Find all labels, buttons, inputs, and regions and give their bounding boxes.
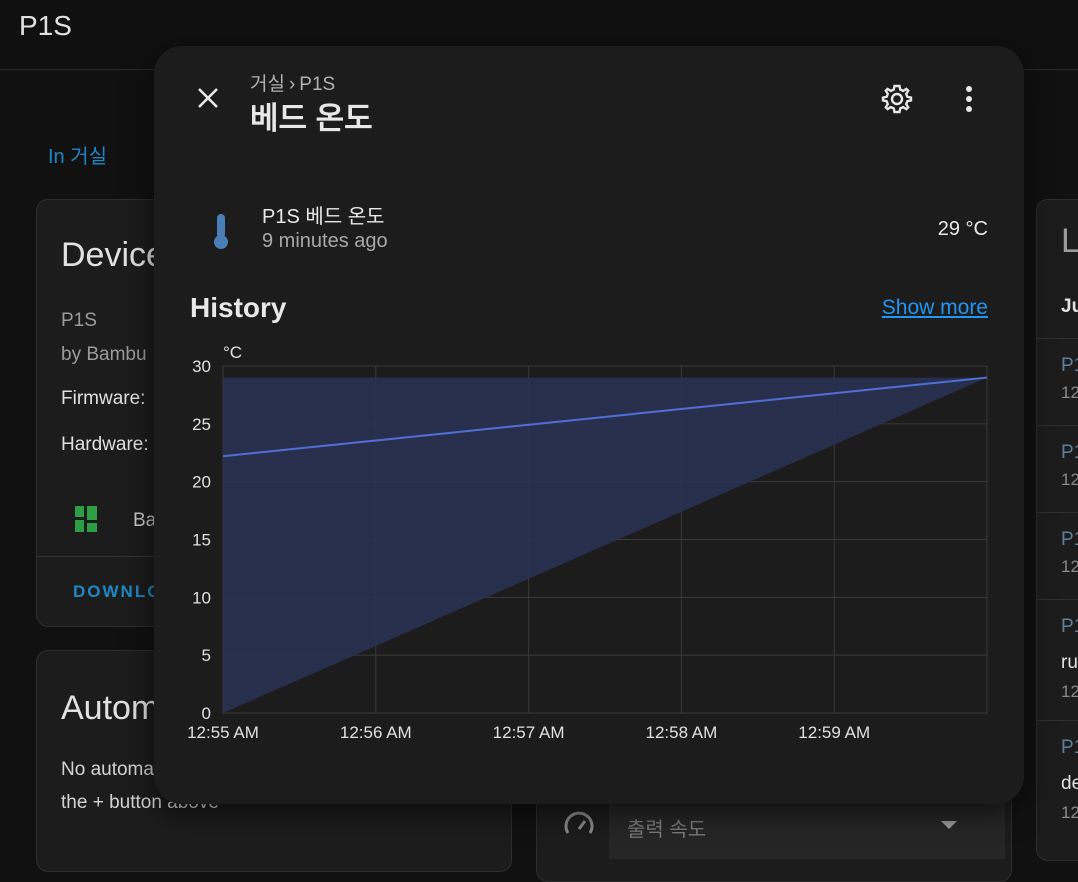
entity-state-row[interactable]: P1S 베드 온도 9 minutes ago 29 °C: [190, 194, 988, 268]
chart-x-tick-label: 12:55 AM: [187, 723, 259, 742]
hardware-label: Hardware:: [61, 434, 149, 455]
print-speed-label: 출력 속도: [627, 819, 707, 841]
breadcrumb-device: P1S: [299, 74, 336, 95]
download-diagnostics-button[interactable]: DOWNLO: [73, 582, 162, 602]
logbook-date: Ju: [1061, 296, 1078, 317]
chart-series-fill: [223, 377, 987, 713]
chart-y-tick-label: 0: [202, 704, 211, 723]
logbook-entry-time: 12: [1061, 682, 1078, 701]
history-heading: History: [190, 292, 287, 323]
logbook-entry-name: P1: [1061, 616, 1078, 637]
chevron-down-icon: [941, 821, 957, 829]
logbook-entry[interactable]: P1 de 12: [1037, 720, 1078, 841]
close-icon[interactable]: [190, 80, 226, 116]
chart-x-tick-label: 12:56 AM: [340, 723, 412, 742]
bambu-logo-icon: [75, 506, 97, 532]
logbook-card: L Ju P1 12 P1 12 P1 12 P1 ru 12 P1 de 12: [1036, 199, 1078, 861]
logbook-entry-name: P1: [1061, 355, 1078, 376]
entity-last-changed: 9 minutes ago: [262, 230, 388, 252]
area-link[interactable]: In 거실: [48, 140, 107, 169]
gear-icon[interactable]: [880, 82, 914, 116]
chart-y-axis-unit: °C: [223, 343, 242, 362]
automations-card-title: Autom: [61, 689, 160, 727]
chart-y-tick-label: 30: [192, 357, 211, 376]
chart-x-tick-label: 12:57 AM: [493, 723, 565, 742]
entity-state-value: 29 °C: [937, 218, 988, 240]
logbook-entry-message: ru: [1061, 652, 1078, 673]
chart-y-tick-label: 5: [202, 646, 211, 665]
app-title: P1S: [19, 10, 72, 41]
logbook-entry-time: 12: [1061, 470, 1078, 489]
more-info-dialog: 거실 › P1S 베드 온도 P1S 베드 온도 9 minutes ago 29 …: [154, 46, 1024, 804]
breadcrumb-separator-icon: ›: [288, 74, 296, 95]
device-card-title: Device: [61, 236, 165, 274]
logbook-entry-time: 12: [1061, 803, 1078, 822]
chart-y-tick-label: 15: [192, 531, 211, 550]
logbook-entry-name: P1: [1061, 737, 1078, 758]
breadcrumb: 거실 › P1S: [250, 69, 335, 96]
logbook-entry-name: P1: [1061, 442, 1078, 463]
chart-x-tick-label: 12:58 AM: [645, 723, 717, 742]
device-model: P1S: [61, 310, 97, 331]
chart-y-tick-label: 20: [192, 473, 211, 492]
show-more-link[interactable]: Show more: [882, 296, 988, 320]
print-speed-select[interactable]: 출력 속도: [609, 799, 1005, 859]
logbook-entry[interactable]: P1 12: [1037, 338, 1078, 425]
speedometer-icon: [564, 811, 594, 834]
logbook-entry[interactable]: P1 ru 12: [1037, 599, 1078, 720]
logbook-entry-name: P1: [1061, 529, 1078, 550]
dialog-title: 베드 온도: [250, 101, 373, 136]
more-vertical-icon[interactable]: [954, 82, 984, 116]
chart-y-tick-label: 25: [192, 415, 211, 434]
brand-integration-name[interactable]: Ba: [133, 510, 156, 532]
logbook-entry-time: 12: [1061, 383, 1078, 402]
firmware-label: Firmware:: [61, 388, 146, 409]
logbook-card-title: L: [1061, 222, 1078, 260]
history-chart[interactable]: 0 5 10 15 20 25 30 12:55 AM 12:56 AM 12:57 AM 12:5…: [184, 336, 994, 756]
breadcrumb-area: 거실: [250, 74, 285, 95]
thermometer-icon: [214, 214, 228, 249]
logbook-entry-message: de: [1061, 773, 1078, 794]
logbook-entry[interactable]: P1 12: [1037, 512, 1078, 599]
chart-y-tick-label: 10: [192, 588, 211, 607]
chart-x-tick-label: 12:59 AM: [798, 723, 870, 742]
logbook-entry-time: 12: [1061, 557, 1078, 576]
logbook-entry[interactable]: P1 12: [1037, 425, 1078, 512]
entity-name: P1S 베드 온도: [262, 206, 385, 228]
device-manufacturer: by Bambu: [61, 344, 147, 365]
